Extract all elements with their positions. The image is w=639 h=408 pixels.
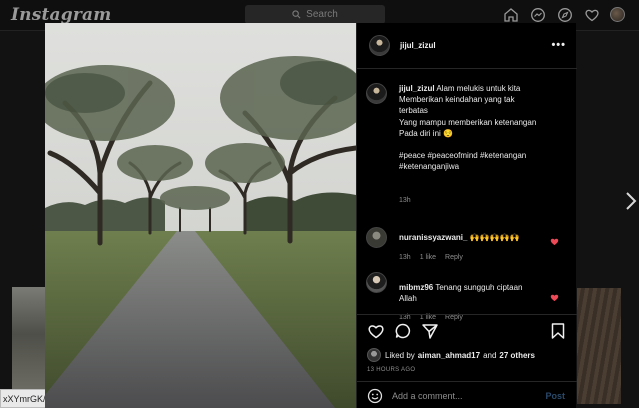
emoji-icon[interactable] [367, 388, 383, 404]
comment-item: mibmz96 Tenang sungguh ciptaan Allah 13h… [366, 272, 571, 321]
share-icon[interactable] [421, 322, 439, 340]
instagram-logo[interactable]: Instagram [11, 5, 111, 25]
comment-text: mibmz96 Tenang sungguh ciptaan Allah [399, 282, 539, 304]
liked-by-prefix: Liked by [385, 350, 415, 360]
commenter-avatar[interactable] [366, 227, 387, 248]
commenter-username[interactable]: mibmz96 [399, 283, 433, 292]
liked-by-row: Liked by aiman_ahmad17 and 27 others [367, 348, 538, 362]
caption-line: Yang mampu memberikan ketenangan [399, 117, 537, 127]
comment-meta: 13h 1 like Reply [399, 254, 463, 261]
liked-by-user[interactable]: aiman_ahmad17 [418, 351, 480, 360]
liked-by-and: and [483, 350, 497, 360]
liked-by-others[interactable]: 27 others [499, 351, 535, 360]
post-sidebar: jijul_zizul ••• jijul_zizul Alam melukis… [356, 23, 577, 408]
comment-time: 13h [399, 254, 411, 261]
add-comment-input[interactable] [392, 390, 537, 401]
commenter-avatar[interactable] [366, 272, 387, 293]
caption-line: Alam melukis untuk kita [436, 84, 521, 93]
liked-heart-icon[interactable] [550, 289, 559, 302]
tree-lined-path-image [45, 23, 356, 408]
action-icon-row [367, 322, 439, 340]
search-input[interactable]: Search [245, 5, 385, 24]
caption-time: 13h [399, 197, 411, 204]
feed-thumbnail-right[interactable] [577, 288, 621, 404]
author-avatar[interactable] [369, 35, 390, 56]
comment-text: nuranissyazwani_ 🙌🙌🙌🙌🙌 [399, 232, 549, 243]
hashtags-line[interactable]: #peace #peaceofmind #ketenangan [399, 150, 574, 161]
post-time-ago: 13 HOURS AGO [367, 367, 416, 373]
heart-icon[interactable] [583, 6, 600, 23]
nav-icons [502, 6, 625, 23]
reply-button[interactable]: Reply [445, 254, 463, 261]
hashtags-line[interactable]: #ketenanganjiwa [399, 161, 574, 172]
comment-item: nuranissyazwani_ 🙌🙌🙌🙌🙌 13h 1 like Reply [366, 227, 571, 267]
bookmark-icon[interactable] [549, 322, 567, 340]
add-comment-bar: Post [357, 381, 577, 408]
comment-icon[interactable] [394, 322, 412, 340]
caption-username[interactable]: jijul_zizul [399, 84, 435, 93]
post-modal: jijul_zizul ••• jijul_zizul Alam melukis… [45, 23, 577, 408]
caption-avatar[interactable] [366, 83, 387, 104]
post-comment-button[interactable]: Post [545, 391, 565, 401]
author-username[interactable]: jijul_zizul [400, 41, 436, 50]
caption-line: terbatas [399, 106, 428, 116]
post-photo[interactable] [45, 23, 356, 408]
liker-avatar[interactable] [367, 348, 381, 362]
commenter-username[interactable]: nuranissyazwani_ [399, 233, 467, 242]
more-options-icon[interactable]: ••• [551, 39, 566, 51]
chevron-right-icon[interactable] [624, 190, 638, 212]
messenger-icon[interactable] [529, 6, 546, 23]
search-placeholder: Search [306, 9, 338, 20]
post-header: jijul_zizul ••• [357, 23, 577, 69]
feed-thumbnail-left[interactable] [12, 287, 45, 392]
comments-section: jijul_zizul Alam melukis untuk kita Memb… [357, 70, 577, 323]
caption-line: Pada diri ini 😌 [399, 128, 453, 138]
profile-avatar[interactable] [610, 7, 625, 22]
comment-likes[interactable]: 1 like [420, 254, 436, 261]
comment-body: 🙌🙌🙌🙌🙌 [469, 233, 520, 242]
like-heart-icon[interactable] [367, 322, 385, 340]
search-icon [292, 10, 301, 19]
caption-text: jijul_zizul Alam melukis untuk kita Memb… [399, 83, 574, 172]
liked-heart-icon[interactable] [550, 233, 559, 246]
caption-line: Memberikan keindahan yang tak [399, 95, 515, 105]
post-actions: Liked by aiman_ahmad17 and 27 others 13 … [357, 314, 577, 408]
home-icon[interactable] [502, 6, 519, 23]
explore-icon[interactable] [556, 6, 573, 23]
